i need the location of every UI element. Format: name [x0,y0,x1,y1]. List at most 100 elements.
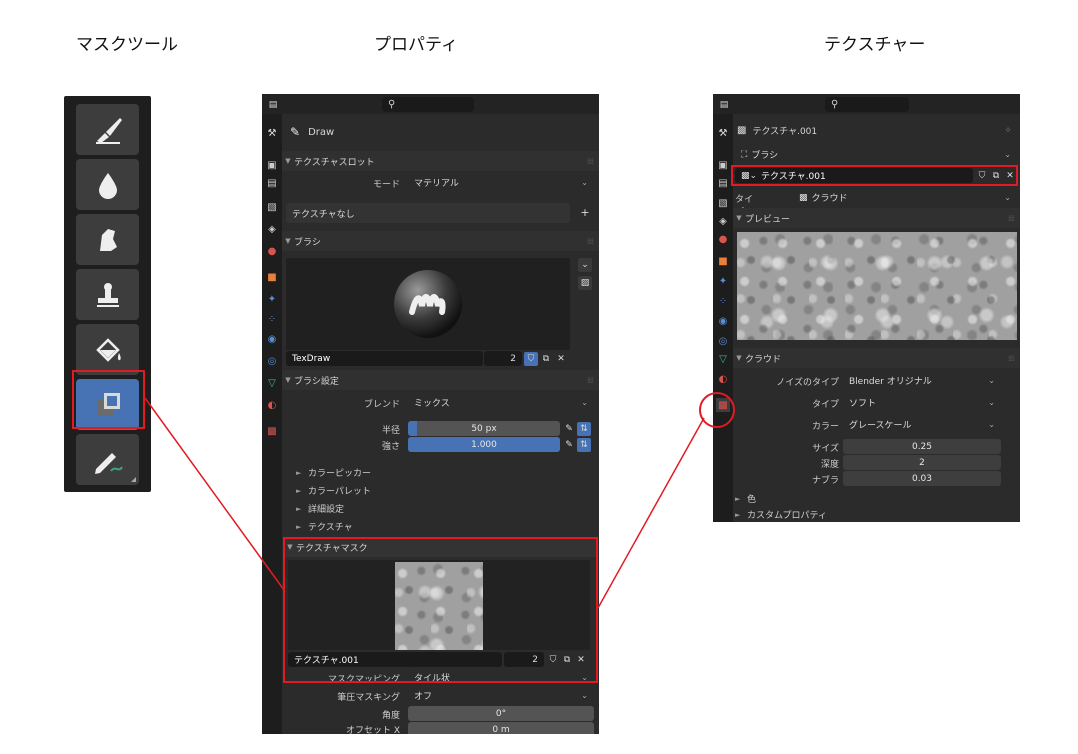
editor-type-icon[interactable]: ▤ [266,98,280,112]
strength-pen-icon[interactable]: ✎ [562,438,576,452]
tool-tab-icon[interactable]: ⚒ [716,126,730,140]
nabla-slider[interactable]: 0.03 [843,471,1001,486]
texture-slot-list[interactable]: テクスチャなし [286,203,570,223]
unlink-icon[interactable]: ✕ [554,352,568,366]
render-tab-icon[interactable]: ▣ [716,158,730,172]
tool-soften[interactable] [76,159,139,210]
noise-basis-value: ソフト [849,399,877,409]
modifier-tab-icon[interactable]: ✦ [716,274,730,288]
subpanel-color-picker[interactable]: ► カラーピッカー [296,466,372,480]
editor-type-icon[interactable]: ▤ [717,98,731,112]
radius-slider-fill [408,421,418,436]
brush-dropdown-icon[interactable]: ⌄ [578,258,592,272]
tool-fill[interactable] [76,324,139,375]
subpanel-advanced[interactable]: ► 詳細設定 [296,502,344,516]
chevron-down-icon: ⌄ [581,178,588,187]
color-subpanel[interactable]: ► 色 [735,492,756,506]
texture-datablock-highlight [731,165,1018,186]
brush-users-count[interactable]: 2 [484,351,522,366]
output-tab-icon[interactable]: ▤ [716,176,730,190]
tool-draw[interactable] [76,104,139,155]
texture-title-row: ▩ テクスチャ.001 [737,122,1017,138]
tool-clone[interactable] [76,269,139,320]
properties-search[interactable]: ⚲ [382,97,474,112]
type-dropdown[interactable]: ▩ クラウド ⌄ [793,190,1017,205]
noise-basis-dropdown[interactable]: ソフト ⌄ [843,395,1001,410]
scene-tab-icon[interactable]: ◈ [716,214,730,228]
color-mode-dropdown[interactable]: グレースケール ⌄ [843,417,1001,432]
particles-tab-icon[interactable]: ⁘ [265,312,279,326]
noise-basis-label: タイプ [811,400,839,410]
pressure-masking-value: オフ [414,692,433,702]
depth-slider[interactable]: 2 [843,455,1001,470]
context-brush-dropdown[interactable]: ⛶ ブラシ ⌄ [735,147,1017,162]
offset-x-slider[interactable]: 0 m [408,722,594,734]
texture-title: テクスチャ.001 [752,126,818,137]
strength-unit-icon[interactable]: ⇅ [577,438,591,452]
clouds-title: クラウド [745,354,782,365]
size-slider[interactable]: 0.25 [843,439,1001,454]
brush-settings-header[interactable]: ▼ ブラシ設定 ⁞⁞⁞⁞ [282,370,599,390]
brush-settings-title: ブラシ設定 [294,376,339,387]
texture-slots-header[interactable]: ▼ テクスチャスロット ⁞⁞⁞⁞ [282,151,599,171]
world-tab-icon[interactable]: ● [716,232,730,246]
view-layer-tab-icon[interactable]: ▧ [716,196,730,210]
texture-mask-highlight [283,537,598,683]
particles-tab-icon[interactable]: ⁘ [716,294,730,308]
brush-preview[interactable] [286,258,570,350]
radius-pen-icon[interactable]: ✎ [562,422,576,436]
tool-tab-icon[interactable]: ⚒ [265,126,279,140]
pressure-masking-dropdown[interactable]: オフ ⌄ [408,688,594,703]
constraints-tab-icon[interactable]: ◎ [716,334,730,348]
physics-tab-icon[interactable]: ◉ [265,332,279,346]
noise-type-dropdown[interactable]: Blender オリジナル ⌄ [843,373,1001,388]
checker-icon: ▩ [799,192,808,203]
brush-name-field[interactable]: TexDraw [286,351,483,366]
texture-panel-tabs: ⚒ ▣ ▤ ▧ ◈ ● ■ ✦ ⁘ ◉ ◎ ▽ ◐ ▩ [713,114,733,522]
preview-header[interactable]: ▼ プレビュー ⁞⁞⁞⁞ [733,208,1020,228]
depth-label: 深度 [820,460,839,470]
tool-smear[interactable] [76,214,139,265]
strength-slider[interactable]: 1.000 [408,437,560,452]
blend-dropdown[interactable]: ミックス ⌄ [408,395,594,410]
radius-unit-icon[interactable]: ⇅ [577,422,591,436]
material-tab-icon[interactable]: ◐ [265,398,279,412]
mode-dropdown[interactable]: マテリアル ⌄ [408,175,594,190]
scene-tab-icon[interactable]: ◈ [265,222,279,236]
soften-drop-icon [98,172,117,199]
custom-properties-subpanel[interactable]: ► カスタムプロパティ [735,508,827,522]
caption-mask-tool: マスクツール [76,35,178,55]
clouds-header[interactable]: ▼ クラウド ⁞⁞⁞⁞ [733,348,1020,368]
subpanel-label: カラーピッカー [308,469,372,479]
constraints-tab-icon[interactable]: ◎ [265,354,279,368]
object-tab-icon[interactable]: ■ [265,270,279,284]
tool-annotate[interactable] [76,434,139,485]
material-tab-icon[interactable]: ◐ [716,372,730,386]
brush-header[interactable]: ▼ ブラシ ⁞⁞⁞⁞ [282,231,599,251]
render-tab-icon[interactable]: ▣ [265,158,279,172]
fake-user-icon[interactable]: ⛉ [524,352,538,366]
output-tab-icon[interactable]: ▤ [265,176,279,190]
physics-tab-icon[interactable]: ◉ [716,314,730,328]
brush-image-icon[interactable]: ▨ [578,276,592,290]
subpanel-texture[interactable]: ► テクスチャ [296,520,353,534]
angle-slider[interactable]: 0° [408,706,594,721]
radius-slider[interactable]: 50 px [408,421,560,436]
tool-name: Draw [308,126,335,138]
duplicate-icon[interactable]: ⧉ [539,352,553,366]
texture-tab-icon[interactable]: ▩ [265,424,279,438]
data-tab-icon[interactable]: ▽ [716,352,730,366]
view-layer-tab-icon[interactable]: ▧ [265,200,279,214]
texture-panel-search[interactable]: ⚲ [825,97,909,112]
object-tab-icon[interactable]: ■ [716,254,730,268]
add-slot-icon[interactable]: + [578,205,592,219]
subpanel-color-palette[interactable]: ► カラーパレット [296,484,371,498]
noise-type-label: ノイズのタイプ [776,378,839,388]
pin-icon[interactable]: ✧ [1001,124,1015,138]
brush-context-icon: ⛶ [741,149,748,160]
world-tab-icon[interactable]: ● [265,244,279,258]
modifier-tab-icon[interactable]: ✦ [265,292,279,306]
angle-value: 0° [495,708,507,719]
data-tab-icon[interactable]: ▽ [265,376,279,390]
caption-properties: プロパティ [374,35,458,55]
